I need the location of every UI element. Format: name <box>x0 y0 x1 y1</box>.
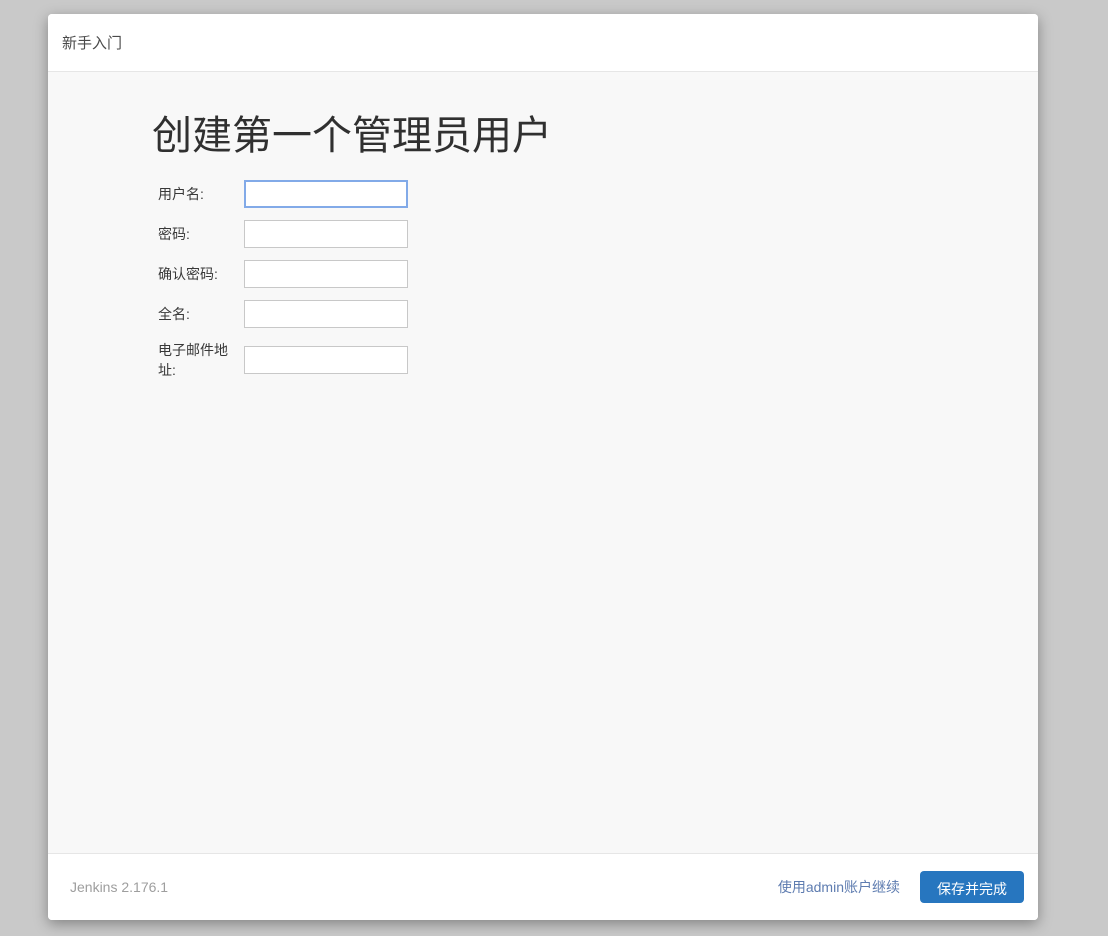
username-label: 用户名: <box>158 184 244 204</box>
form-row-fullname: 全名: <box>152 300 998 328</box>
form-row-username: 用户名: <box>152 180 998 208</box>
username-input[interactable] <box>244 180 408 208</box>
save-and-finish-button[interactable]: 保存并完成 <box>920 871 1024 903</box>
fullname-input[interactable] <box>244 300 408 328</box>
wizard-footer: Jenkins 2.176.1 使用admin账户继续 保存并完成 <box>48 853 1038 920</box>
footer-actions: 使用admin账户继续 保存并完成 <box>778 871 1024 903</box>
form-row-email: 电子邮件地址: <box>152 340 998 380</box>
email-input[interactable] <box>244 346 408 374</box>
password-label: 密码: <box>158 224 244 244</box>
fullname-label: 全名: <box>158 304 244 324</box>
wizard-header: 新手入门 <box>48 14 1038 72</box>
jenkins-version-label: Jenkins 2.176.1 <box>70 879 168 895</box>
form-row-password: 密码: <box>152 220 998 248</box>
email-label: 电子邮件地址: <box>158 340 244 380</box>
form-row-confirm-password: 确认密码: <box>152 260 998 288</box>
continue-as-admin-link[interactable]: 使用admin账户继续 <box>778 877 900 897</box>
confirm-password-label: 确认密码: <box>158 264 244 284</box>
page-title: 创建第一个管理员用户 <box>152 112 998 160</box>
wizard-title: 新手入门 <box>62 32 122 53</box>
wizard-content: 创建第一个管理员用户 用户名: 密码: 确认密码: 全名: 电子邮件地址: <box>48 72 1038 853</box>
confirm-password-input[interactable] <box>244 260 408 288</box>
setup-wizard-dialog: 新手入门 创建第一个管理员用户 用户名: 密码: 确认密码: 全名: 电子邮件地… <box>48 14 1038 920</box>
password-input[interactable] <box>244 220 408 248</box>
